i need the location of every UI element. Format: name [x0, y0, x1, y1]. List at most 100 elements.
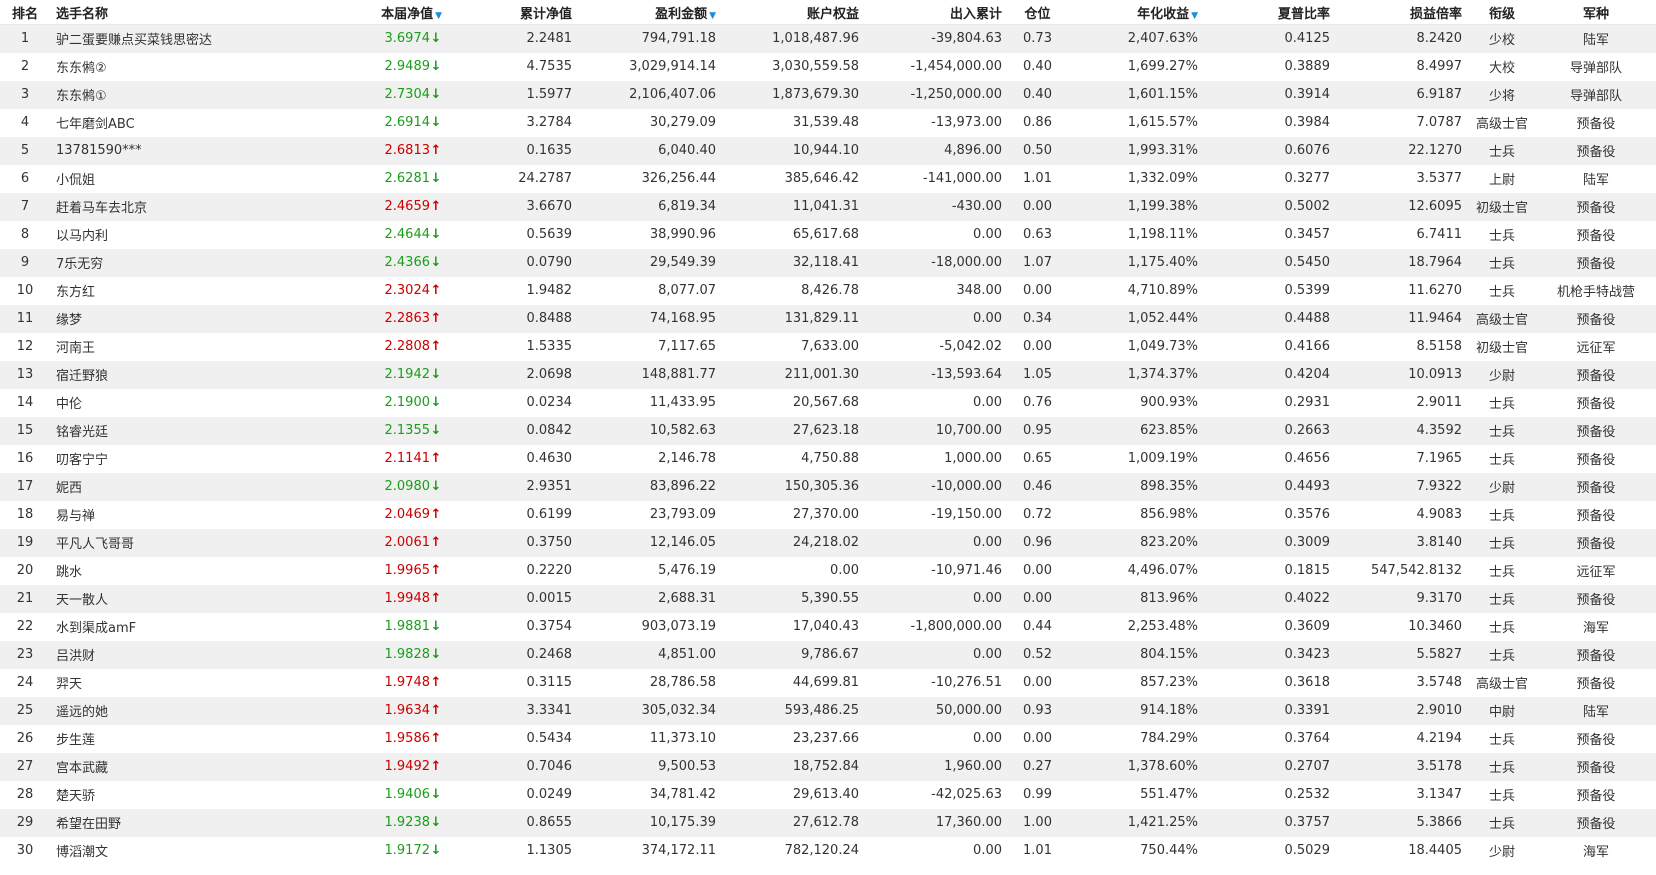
- table-row[interactable]: 4 七年磨剑ABC 2.6914↓ 3.2784 30,279.09 31,539.48-…: [0, 108, 1656, 137]
- cell-player-name[interactable]: 吕洪财: [50, 641, 312, 669]
- cell-player-name[interactable]: 易与禅: [50, 501, 312, 529]
- sort-down-icon[interactable]: ▼: [435, 11, 442, 21]
- table-row[interactable]: 16 叨客宁宁 2.1141↑ 0.4630 2,146.78 4,750.88 1,000…: [0, 444, 1656, 473]
- cell-sharpe: 0.5450: [1284, 255, 1331, 270]
- table-row[interactable]: 27 宫本武藏 1.9492↑ 0.7046 9,500.53 18,752.84 1,96…: [0, 752, 1656, 781]
- sort-down-icon[interactable]: ▼: [709, 11, 716, 21]
- table-row[interactable]: 2 东东鸺② 2.9489↓ 4.7535 3,029,914.14 3,030,559.…: [0, 52, 1656, 81]
- cell-player-name[interactable]: 妮西: [50, 473, 312, 501]
- table-row[interactable]: 24 羿天 1.9748↑ 0.3115 28,786.58 44,699.81 -10,2…: [0, 668, 1656, 697]
- col-rank-header[interactable]: 排名: [0, 0, 50, 25]
- table-row[interactable]: 5 13781590*** 2.6813↑ 0.1635 6,040.40 10,944.…: [0, 136, 1656, 165]
- nav-value: 2.9489: [384, 59, 431, 74]
- table-row[interactable]: 3 东东鸺① 2.7304↓ 1.5977 2,106,407.06 1,873,679.…: [0, 80, 1656, 109]
- col-nav-header[interactable]: 本届净值 ▼: [312, 0, 448, 25]
- cell-equity: 5,390.55: [801, 591, 859, 606]
- arrow-up-icon: ↑: [430, 563, 442, 578]
- table-row[interactable]: 14 中伦 2.1900↓ 0.0234 11,433.95 20,567.68 0.00 0…: [0, 388, 1656, 417]
- col-flow-header[interactable]: 出入累计: [865, 0, 1008, 25]
- cell-branch: 陆军: [1582, 705, 1609, 720]
- cell-player-name[interactable]: 东东鸺①: [50, 81, 312, 109]
- cell-equity: 18,752.84: [792, 759, 859, 774]
- cell-player-name[interactable]: 平凡人飞哥哥: [50, 529, 312, 557]
- table-row[interactable]: 6 小侃姐 2.6281↓ 24.2787 326,256.44 385,646.42 -1…: [0, 164, 1656, 193]
- cell-rank-title: 中尉: [1488, 705, 1515, 720]
- col-annual-header[interactable]: 年化收益 ▼: [1067, 0, 1204, 25]
- col-profit-header[interactable]: 盈利金额 ▼: [578, 0, 722, 25]
- cell-player-name[interactable]: 驴二蛋要赚点买菜钱思密达: [50, 25, 312, 53]
- table-row[interactable]: 20 跳水 1.9965↑ 0.2220 5,476.19 0.00 -10,971.46 0…: [0, 556, 1656, 585]
- table-row[interactable]: 29 希望在田野 1.9238↓ 0.8655 10,175.39 27,612.78 17…: [0, 808, 1656, 837]
- cell-player-name[interactable]: 天一散人: [50, 585, 312, 613]
- table-row[interactable]: 11 缘梦 2.2863↑ 0.8488 74,168.95 131,829.11 0.00…: [0, 304, 1656, 333]
- cell-rank: 3: [20, 87, 30, 102]
- table-row[interactable]: 9 7乐无穷 2.4366↓ 0.0790 29,549.39 32,118.41 -18,…: [0, 248, 1656, 277]
- cell-player-name[interactable]: 楚天骄: [50, 781, 312, 809]
- col-equity-header[interactable]: 账户权益: [722, 0, 865, 25]
- cell-player-name[interactable]: 以马内利: [50, 221, 312, 249]
- table-row[interactable]: 12 河南王 2.2808↑ 1.5335 7,117.65 7,633.00 -5,042…: [0, 332, 1656, 361]
- col-cum-nav-header[interactable]: 累计净值: [448, 0, 578, 25]
- cell-player-name[interactable]: 遥远的她: [50, 697, 312, 725]
- table-row[interactable]: 1 驴二蛋要赚点买菜钱思密达 3.6974↓ 2.2481 794,791.18 1,01…: [0, 24, 1656, 53]
- nav-value: 1.9748: [384, 675, 431, 690]
- nav-value: 1.9881: [384, 619, 431, 634]
- col-title-header[interactable]: 衔级: [1468, 0, 1536, 25]
- cell-annual-return: 813.96%: [1140, 591, 1198, 606]
- table-row[interactable]: 7 赶着马车去北京 2.4659↑ 3.6670 6,819.34 11,041.31 -4…: [0, 192, 1656, 221]
- cell-cum-nav: 0.8488: [526, 311, 573, 326]
- table-row[interactable]: 22 水到渠成amF 1.9881↓ 0.3754 903,073.19 17,040.4…: [0, 612, 1656, 641]
- col-branch-header[interactable]: 军种: [1536, 0, 1656, 25]
- arrow-down-icon: ↓: [430, 423, 442, 438]
- table-row[interactable]: 30 博滔潮文 1.9172↓ 1.1305 374,172.11 782,120.24 0…: [0, 836, 1656, 865]
- table-row[interactable]: 13 宿迁野狼 2.1942↓ 2.0698 148,881.77 211,001.30-…: [0, 360, 1656, 389]
- cell-position: 0.95: [1023, 423, 1052, 438]
- col-sharpe-header[interactable]: 夏普比率: [1204, 0, 1336, 25]
- cell-player-name[interactable]: 步生莲: [50, 725, 312, 753]
- cell-player-name[interactable]: 东方红: [50, 277, 312, 305]
- cell-cum-nav: 0.5639: [526, 227, 573, 242]
- cell-player-name[interactable]: 赶着马车去北京: [50, 193, 312, 221]
- cell-player-name[interactable]: 宿迁野狼: [50, 361, 312, 389]
- cell-player-name[interactable]: 7乐无穷: [50, 249, 312, 277]
- table-row[interactable]: 8 以马内利 2.4644↓ 0.5639 38,990.96 65,617.68 0.00…: [0, 220, 1656, 249]
- table-row[interactable]: 28 楚天骄 1.9406↓ 0.0249 34,781.42 29,613.40 -42,…: [0, 780, 1656, 809]
- nav-value: 2.6281: [384, 171, 431, 186]
- table-row[interactable]: 18 易与禅 2.0469↑ 0.6199 23,793.09 27,370.00 -19,…: [0, 500, 1656, 529]
- table-row[interactable]: 19 平凡人飞哥哥 2.0061↑ 0.3750 12,146.05 24,218.02 0…: [0, 528, 1656, 557]
- col-pl-ratio-header[interactable]: 损益倍率: [1336, 0, 1468, 25]
- col-name-header[interactable]: 选手名称: [50, 0, 312, 25]
- cell-player-name[interactable]: 博滔潮文: [50, 837, 312, 865]
- cell-player-name[interactable]: 叨客宁宁: [50, 445, 312, 473]
- cell-profit: 8,077.07: [658, 283, 716, 298]
- table-row[interactable]: 25 遥远的她 1.9634↑ 3.3341 305,032.34 593,486.25 5…: [0, 696, 1656, 725]
- cell-cum-nav: 0.6199: [526, 507, 573, 522]
- cell-player-name[interactable]: 七年磨剑ABC: [50, 109, 312, 137]
- cell-player-name[interactable]: 河南王: [50, 333, 312, 361]
- col-nav-label: 本届净值: [381, 6, 434, 22]
- cell-player-name[interactable]: 水到渠成amF: [50, 613, 312, 641]
- cell-player-name[interactable]: 中伦: [50, 389, 312, 417]
- table-row[interactable]: 21 天一散人 1.9948↑ 0.0015 2,688.31 5,390.55 0.00 0…: [0, 584, 1656, 613]
- cell-player-name[interactable]: 小侃姐: [50, 165, 312, 193]
- cell-position: 0.00: [1023, 675, 1052, 690]
- col-position-header[interactable]: 仓位: [1008, 0, 1067, 25]
- cell-player-name[interactable]: 13781590***: [50, 137, 312, 165]
- table-row[interactable]: 26 步生莲 1.9586↑ 0.5434 11,373.10 23,237.66 0.00…: [0, 724, 1656, 753]
- cell-player-name[interactable]: 铭睿光廷: [50, 417, 312, 445]
- table-row[interactable]: 15 铭睿光廷 2.1355↓ 0.0842 10,582.63 27,623.18 10,…: [0, 416, 1656, 445]
- cell-annual-return: 1,993.31%: [1127, 143, 1198, 158]
- cell-player-name[interactable]: 宫本武藏: [50, 753, 312, 781]
- table-row[interactable]: 17 妮西 2.0980↓ 2.9351 83,896.22 150,305.36 -10,…: [0, 472, 1656, 501]
- cell-branch: 导弹部队: [1569, 89, 1622, 104]
- cell-player-name[interactable]: 缘梦: [50, 305, 312, 333]
- cell-player-name[interactable]: 羿天: [50, 669, 312, 697]
- cell-player-name[interactable]: 跳水: [50, 557, 312, 585]
- cell-player-name[interactable]: 东东鸺②: [50, 53, 312, 81]
- cell-player-name[interactable]: 希望在田野: [50, 809, 312, 837]
- table-row[interactable]: 10 东方红 2.3024↑ 1.9482 8,077.07 8,426.78 348.00…: [0, 276, 1656, 305]
- table-row[interactable]: 23 吕洪财 1.9828↓ 0.2468 4,851.00 9,786.67 0.00 0.…: [0, 640, 1656, 669]
- nav-value: 2.6914: [384, 115, 431, 130]
- cell-cum-nav: 0.0015: [526, 591, 573, 606]
- sort-down-icon[interactable]: ▼: [1191, 11, 1198, 21]
